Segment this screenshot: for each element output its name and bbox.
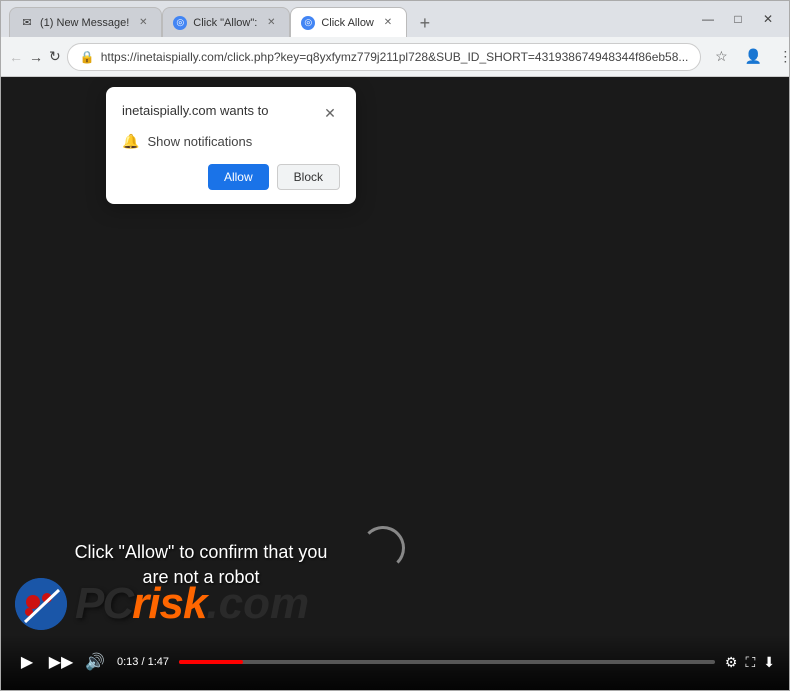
notification-popup: inetaispially.com wants to ✕ 🔔 Show noti… — [106, 87, 356, 204]
logo-circle — [15, 578, 67, 630]
tab1-close[interactable]: ✕ — [135, 15, 151, 31]
popup-title: inetaispially.com wants to — [122, 103, 268, 118]
bookmark-icon[interactable]: ☆ — [707, 43, 735, 71]
download-icon[interactable]: ⬇ — [763, 654, 775, 671]
page-content: inetaispially.com wants to ✕ 🔔 Show noti… — [1, 77, 789, 690]
popup-permission-row: 🔔 Show notifications — [122, 133, 340, 150]
logo-risk: risk — [132, 579, 206, 629]
toolbar-icons: ☆ 👤 ⋮ — [707, 43, 790, 71]
forward-button[interactable]: → — [29, 43, 43, 71]
reload-button[interactable]: ↻ — [49, 43, 61, 71]
video-controls: ▶ ▶▶ 🔊 0:13 / 1:47 ⚙ ⛶ ⬇ — [1, 634, 789, 690]
time-display: 0:13 / 1:47 — [117, 656, 169, 668]
url-text: https://inetaispially.com/click.php?key=… — [101, 50, 689, 64]
close-button[interactable]: ✕ — [755, 6, 781, 32]
next-button[interactable]: ▶▶ — [49, 650, 73, 674]
maximize-button[interactable]: □ — [725, 6, 751, 32]
bell-icon: 🔔 — [122, 133, 139, 150]
tab-1[interactable]: ✉ (1) New Message! ✕ — [9, 7, 162, 37]
logo-com: .com — [206, 579, 309, 629]
block-button[interactable]: Block — [277, 164, 340, 190]
logo-text: PC risk .com — [75, 579, 309, 629]
tab-3[interactable]: ◎ Click Allow ✕ — [290, 7, 407, 37]
tab1-label: (1) New Message! — [40, 17, 129, 29]
logo-area: PC risk .com — [15, 578, 309, 630]
secure-icon: 🔒 — [80, 50, 95, 64]
tab2-label: Click "Allow": — [193, 17, 257, 29]
logo-svg — [15, 578, 67, 630]
browser-window: ✉ (1) New Message! ✕ ◎ Click "Allow": ✕ … — [0, 0, 790, 691]
tab-2[interactable]: ◎ Click "Allow": ✕ — [162, 7, 290, 37]
profile-icon[interactable]: 👤 — [739, 43, 767, 71]
vc-right-controls: ⚙ ⛶ ⬇ — [725, 654, 775, 671]
title-bar: ✉ (1) New Message! ✕ ◎ Click "Allow": ✕ … — [1, 1, 789, 37]
permission-text: Show notifications — [147, 134, 252, 149]
tab-bar: ✉ (1) New Message! ✕ ◎ Click "Allow": ✕ … — [9, 1, 687, 37]
tab1-favicon: ✉ — [20, 16, 34, 30]
menu-icon[interactable]: ⋮ — [771, 43, 790, 71]
popup-close-button[interactable]: ✕ — [320, 103, 340, 123]
new-tab-button[interactable]: + — [411, 9, 439, 37]
address-bar: ← → ↻ 🔒 https://inetaispially.com/click.… — [1, 37, 789, 77]
tab3-label: Click Allow — [321, 17, 374, 29]
logo-pc: PC — [75, 579, 132, 629]
spinner-circle — [361, 526, 405, 570]
loading-spinner — [361, 526, 405, 570]
tab2-close[interactable]: ✕ — [263, 15, 279, 31]
fullscreen-icon[interactable]: ⛶ — [745, 654, 755, 671]
play-button[interactable]: ▶ — [15, 650, 39, 674]
tab2-favicon: ◎ — [173, 16, 187, 30]
volume-button[interactable]: 🔊 — [83, 650, 107, 674]
window-controls: — □ ✕ — [695, 6, 781, 32]
tab3-favicon: ◎ — [301, 16, 315, 30]
popup-buttons: Allow Block — [122, 164, 340, 190]
tab3-close[interactable]: ✕ — [380, 15, 396, 31]
url-bar[interactable]: 🔒 https://inetaispially.com/click.php?ke… — [67, 43, 702, 71]
minimize-button[interactable]: — — [695, 6, 721, 32]
progress-bar[interactable] — [179, 660, 715, 664]
progress-fill — [179, 660, 243, 664]
back-button[interactable]: ← — [9, 43, 23, 71]
settings-icon[interactable]: ⚙ — [725, 654, 738, 671]
allow-button[interactable]: Allow — [208, 164, 269, 190]
popup-header: inetaispially.com wants to ✕ — [122, 103, 340, 123]
